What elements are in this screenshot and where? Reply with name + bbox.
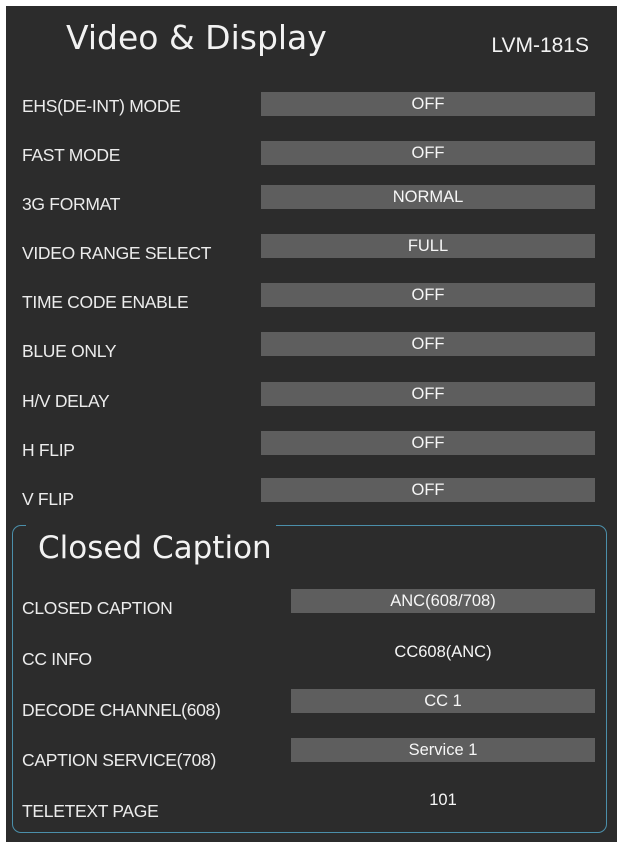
v-flip-label: V FLIP xyxy=(22,489,74,509)
h-flip-value[interactable]: OFF xyxy=(261,431,595,455)
menu-row-video-range-select[interactable]: VIDEO RANGE SELECT FULL xyxy=(0,234,611,267)
menu-row-h-flip[interactable]: H FLIP OFF xyxy=(0,431,611,464)
ehs-mode-value[interactable]: OFF xyxy=(261,92,595,116)
time-code-enable-label: TIME CODE ENABLE xyxy=(22,292,189,312)
closed-caption-label: CLOSED CAPTION xyxy=(22,598,173,618)
teletext-page-value: 101 xyxy=(429,791,457,809)
model-name: LVM-181S xyxy=(491,34,589,57)
menu-row-v-flip[interactable]: V FLIP OFF xyxy=(0,478,611,513)
blue-only-label: BLUE ONLY xyxy=(22,341,117,361)
menu-row-caption-service[interactable]: CAPTION SERVICE(708) Service 1 xyxy=(0,738,611,774)
cc-info-label: CC INFO xyxy=(22,649,92,669)
closed-caption-value[interactable]: ANC(608/708) xyxy=(291,589,595,613)
video-range-select-label: VIDEO RANGE SELECT xyxy=(22,243,212,263)
ehs-mode-label: EHS(DE-INT) MODE xyxy=(22,96,181,116)
closed-caption-title-gap xyxy=(26,522,276,530)
blue-only-value[interactable]: OFF xyxy=(261,332,595,356)
caption-service-label: CAPTION SERVICE(708) xyxy=(22,750,217,770)
decode-channel-value[interactable]: CC 1 xyxy=(291,689,595,713)
teletext-page-label: TELETEXT PAGE xyxy=(22,801,159,821)
menu-row-fast-mode[interactable]: FAST MODE OFF xyxy=(0,139,611,169)
closed-caption-title: Closed Caption xyxy=(38,530,272,566)
cc-info-value: CC608(ANC) xyxy=(394,643,492,661)
video-range-select-value[interactable]: FULL xyxy=(261,234,595,258)
menu-row-hv-delay[interactable]: H/V DELAY OFF xyxy=(0,382,611,415)
time-code-enable-value[interactable]: OFF xyxy=(261,283,595,307)
menu-row-3g-format[interactable]: 3G FORMAT NORMAL xyxy=(0,185,611,218)
3g-format-label: 3G FORMAT xyxy=(22,194,121,214)
hv-delay-value[interactable]: OFF xyxy=(261,382,595,406)
3g-format-value[interactable]: NORMAL xyxy=(261,185,595,209)
menu-title: Video & Display xyxy=(66,18,327,57)
menu-row-cc-info: CC INFO CC608(ANC) xyxy=(0,643,611,673)
menu-row-blue-only[interactable]: BLUE ONLY OFF xyxy=(0,332,611,365)
h-flip-label: H FLIP xyxy=(22,440,75,460)
menu-row-time-code-enable[interactable]: TIME CODE ENABLE OFF xyxy=(0,283,611,316)
menu-row-ehs-mode[interactable]: EHS(DE-INT) MODE OFF xyxy=(0,90,611,120)
menu-row-decode-channel[interactable]: DECODE CHANNEL(608) CC 1 xyxy=(0,689,611,724)
fast-mode-label: FAST MODE xyxy=(22,145,121,165)
caption-service-value[interactable]: Service 1 xyxy=(291,738,595,762)
menu-row-closed-caption[interactable]: CLOSED CAPTION ANC(608/708) xyxy=(0,589,611,622)
closed-caption-group xyxy=(12,525,607,833)
fast-mode-value[interactable]: OFF xyxy=(261,141,595,165)
decode-channel-label: DECODE CHANNEL(608) xyxy=(22,700,221,720)
v-flip-value[interactable]: OFF xyxy=(261,478,595,502)
hv-delay-label: H/V DELAY xyxy=(22,391,110,411)
menu-row-teletext-page: TELETEXT PAGE 101 xyxy=(0,791,611,825)
